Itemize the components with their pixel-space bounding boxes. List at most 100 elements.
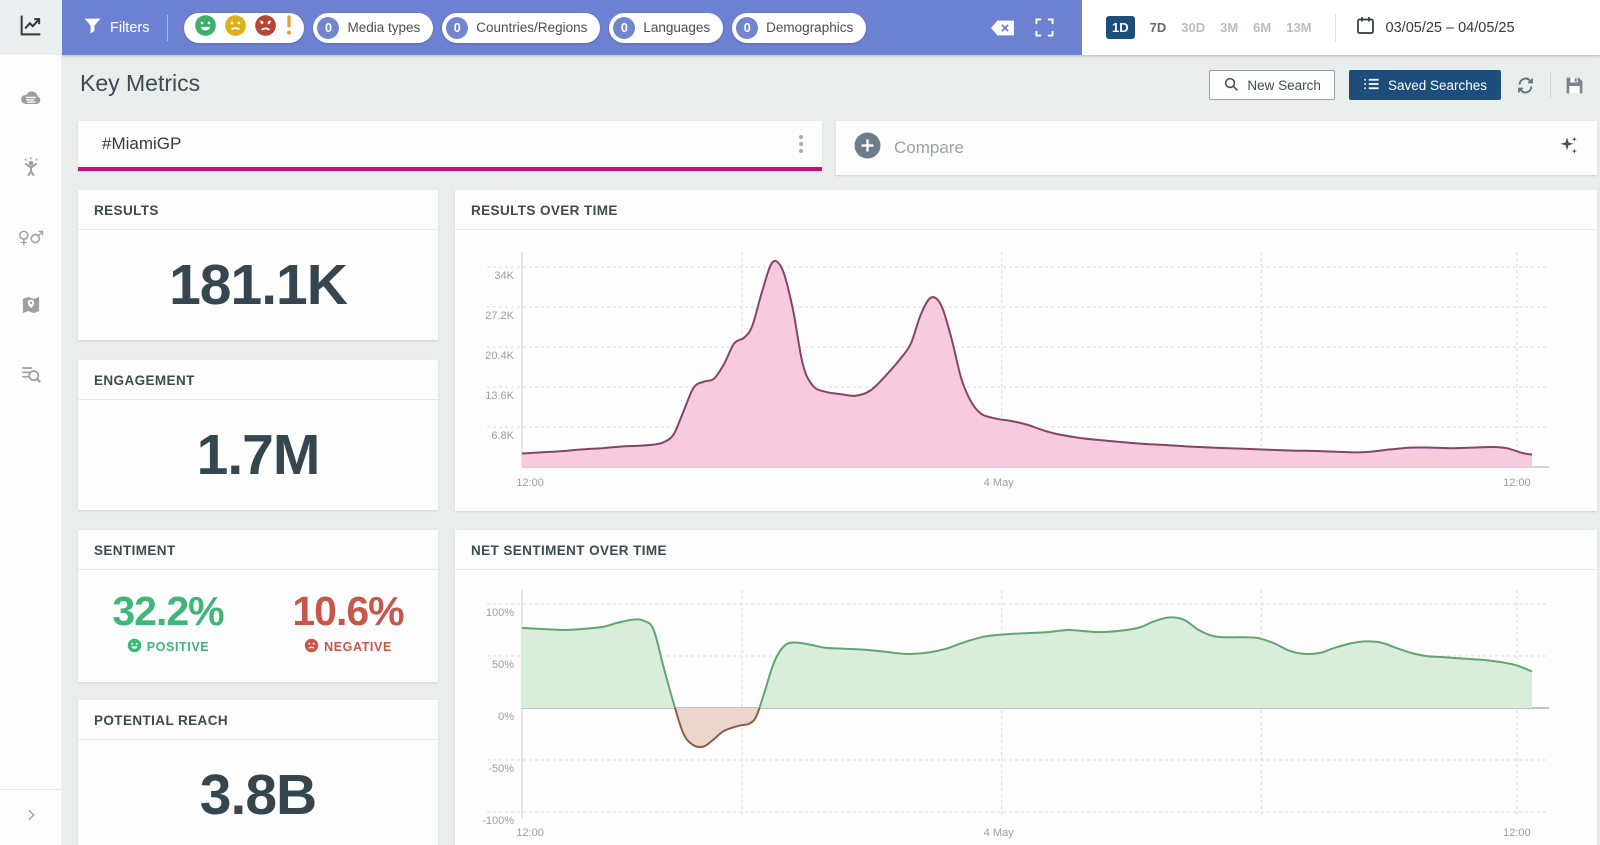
search-query-input[interactable]: #MiamiGP: [78, 134, 786, 154]
y-axis-label: 34K: [494, 270, 514, 282]
funnel-icon: [84, 18, 101, 38]
time-range-13m: 13M: [1286, 20, 1311, 35]
potential-reach-card: POTENTIAL REACH 3.8B: [78, 700, 438, 845]
net-sentiment-over-time-card: NET SENTIMENT OVER TIME 100%50%0%-50%-10…: [455, 530, 1597, 845]
filter-pill-label: Languages: [643, 20, 710, 35]
sidebar-item-geography[interactable]: [13, 289, 49, 325]
x-axis-label: 12:00: [516, 827, 544, 839]
saved-searches-label: Saved Searches: [1388, 78, 1487, 93]
refresh-icon[interactable]: [1515, 75, 1536, 96]
time-range-6m: 6M: [1253, 20, 1271, 35]
potential-reach-value: 3.8B: [78, 762, 438, 828]
sentiment-card-title: SENTIMENT: [78, 530, 438, 570]
negative-label: NEGATIVE: [324, 640, 392, 654]
results-card: RESULTS 181.1K: [78, 190, 438, 340]
time-range-bar: 1D 7D 30D 3M 6M 13M 03/05/25 – 04/05/25: [1082, 0, 1600, 55]
neutral-face-icon: [224, 14, 247, 42]
filter-count-badge: 0: [317, 17, 339, 39]
positive-sentiment-value: 32.2%: [112, 588, 223, 635]
filter-bar-section: Filters: [62, 0, 1082, 55]
person-celebrating-icon: [18, 154, 44, 185]
x-axis-label: 4 May: [984, 827, 1014, 839]
engagement-value: 1.7M: [78, 422, 438, 488]
engagement-card-title: ENGAGEMENT: [78, 360, 438, 400]
engagement-card: ENGAGEMENT 1.7M: [78, 360, 438, 510]
filter-count-badge: 0: [446, 17, 468, 39]
y-axis-label: 50%: [492, 659, 514, 671]
filter-pill-label: Countries/Regions: [476, 20, 587, 35]
new-search-button[interactable]: New Search: [1209, 70, 1335, 100]
search-list-icon: [18, 361, 44, 392]
y-axis-label: 20.4K: [485, 350, 514, 362]
positive-label: POSITIVE: [147, 640, 209, 654]
page-title: Key Metrics: [80, 70, 200, 97]
x-axis-label: 12:00: [1503, 477, 1531, 489]
sidebar-item-word-cloud[interactable]: [13, 82, 49, 118]
time-range-group: 1D 7D 30D 3M 6M 13M: [1106, 16, 1327, 39]
x-axis-label: 12:00: [516, 477, 544, 489]
time-range-30d: 30D: [1181, 20, 1205, 35]
y-axis-label: 6.8K: [491, 430, 514, 442]
x-axis-label: 4 May: [984, 477, 1014, 489]
filter-pill-media-types[interactable]: 0Media types: [313, 13, 433, 43]
fullscreen-icon[interactable]: [1035, 18, 1054, 37]
sidebar-expand-button[interactable]: [0, 789, 62, 845]
compare-card[interactable]: Compare: [836, 121, 1597, 175]
ai-sparkles-icon[interactable]: [1558, 135, 1579, 161]
filter-count-badge: 0: [613, 17, 635, 39]
filter-pill-demographics[interactable]: 0 Demographics: [732, 13, 866, 43]
clear-filters-icon[interactable]: [990, 20, 1015, 36]
sidebar-item-search-results[interactable]: [13, 358, 49, 394]
alert-exclamation-icon: [284, 14, 294, 41]
filter-pill-group: 0Media types0Countries/Regions0Languages…: [313, 13, 875, 43]
potential-reach-card-title: POTENTIAL REACH: [78, 700, 438, 740]
sidebar-item-influencers[interactable]: [13, 151, 49, 187]
time-range-3m: 3M: [1220, 20, 1238, 35]
net-sentiment-over-time-chart: 100%50%0%-50%-100%12:004 May12:00: [471, 572, 1581, 845]
y-axis-label: -100%: [482, 815, 514, 827]
divider: [1335, 14, 1336, 42]
sidebar: ♀♂: [0, 0, 62, 845]
results-over-time-title: RESULTS OVER TIME: [455, 190, 1597, 230]
sentiment-filter-pill[interactable]: [184, 13, 304, 43]
sentiment-card: SENTIMENT 32.2% POSITIVE 10.6%: [78, 530, 438, 682]
sidebar-item-demographics[interactable]: ♀♂: [13, 220, 49, 256]
divider: [1550, 72, 1551, 98]
trend-chart-icon: [17, 11, 45, 44]
save-icon[interactable]: [1565, 76, 1584, 95]
map-pin-icon: [18, 292, 44, 323]
y-axis-label: 0%: [498, 711, 514, 723]
y-axis-label: 27.2K: [485, 310, 514, 322]
search-icon: [1223, 76, 1239, 95]
divider: [167, 15, 168, 41]
positive-area-series: [522, 617, 1532, 747]
date-range-picker[interactable]: 03/05/25 – 04/05/25: [1356, 16, 1515, 40]
filter-pill-languages[interactable]: 0 Languages: [609, 13, 723, 43]
list-icon: [1363, 76, 1380, 95]
filter-count-badge: 0: [736, 17, 758, 39]
date-range-text: 03/05/25 – 04/05/25: [1386, 20, 1515, 36]
new-search-label: New Search: [1247, 78, 1321, 93]
results-card-title: RESULTS: [78, 190, 438, 230]
y-axis-label: 13.6K: [485, 390, 514, 402]
top-filter-bar: Filters: [62, 0, 1600, 55]
time-range-7d[interactable]: 7D: [1150, 20, 1167, 35]
chevron-right-icon: [23, 807, 39, 828]
search-query-card: #MiamiGP: [78, 121, 822, 171]
query-menu-button[interactable]: [786, 135, 816, 153]
filter-pill-countries-regions[interactable]: 0 Countries/Regions: [442, 13, 600, 43]
add-compare-icon[interactable]: [854, 132, 881, 164]
gender-icon: ♀♂: [18, 228, 44, 248]
filter-pill-label: Demographics: [766, 20, 853, 35]
calendar-icon: [1356, 16, 1375, 40]
saved-searches-button[interactable]: Saved Searches: [1349, 70, 1501, 100]
sidebar-item-key-metrics[interactable]: [0, 0, 62, 55]
main-content: Key Metrics New Search Saved Searches: [62, 55, 1600, 845]
time-range-1d[interactable]: 1D: [1106, 16, 1135, 39]
compare-label: Compare: [894, 138, 1558, 158]
negative-sentiment-value: 10.6%: [292, 588, 403, 635]
y-axis-label: 100%: [486, 607, 514, 619]
net-sentiment-over-time-title: NET SENTIMENT OVER TIME: [455, 530, 1597, 570]
filters-button[interactable]: Filters: [84, 18, 149, 38]
results-over-time-chart: 6.8K 13.6K 20.4K 27.2K 34K 12:00 4 May 12:00: [471, 232, 1581, 504]
